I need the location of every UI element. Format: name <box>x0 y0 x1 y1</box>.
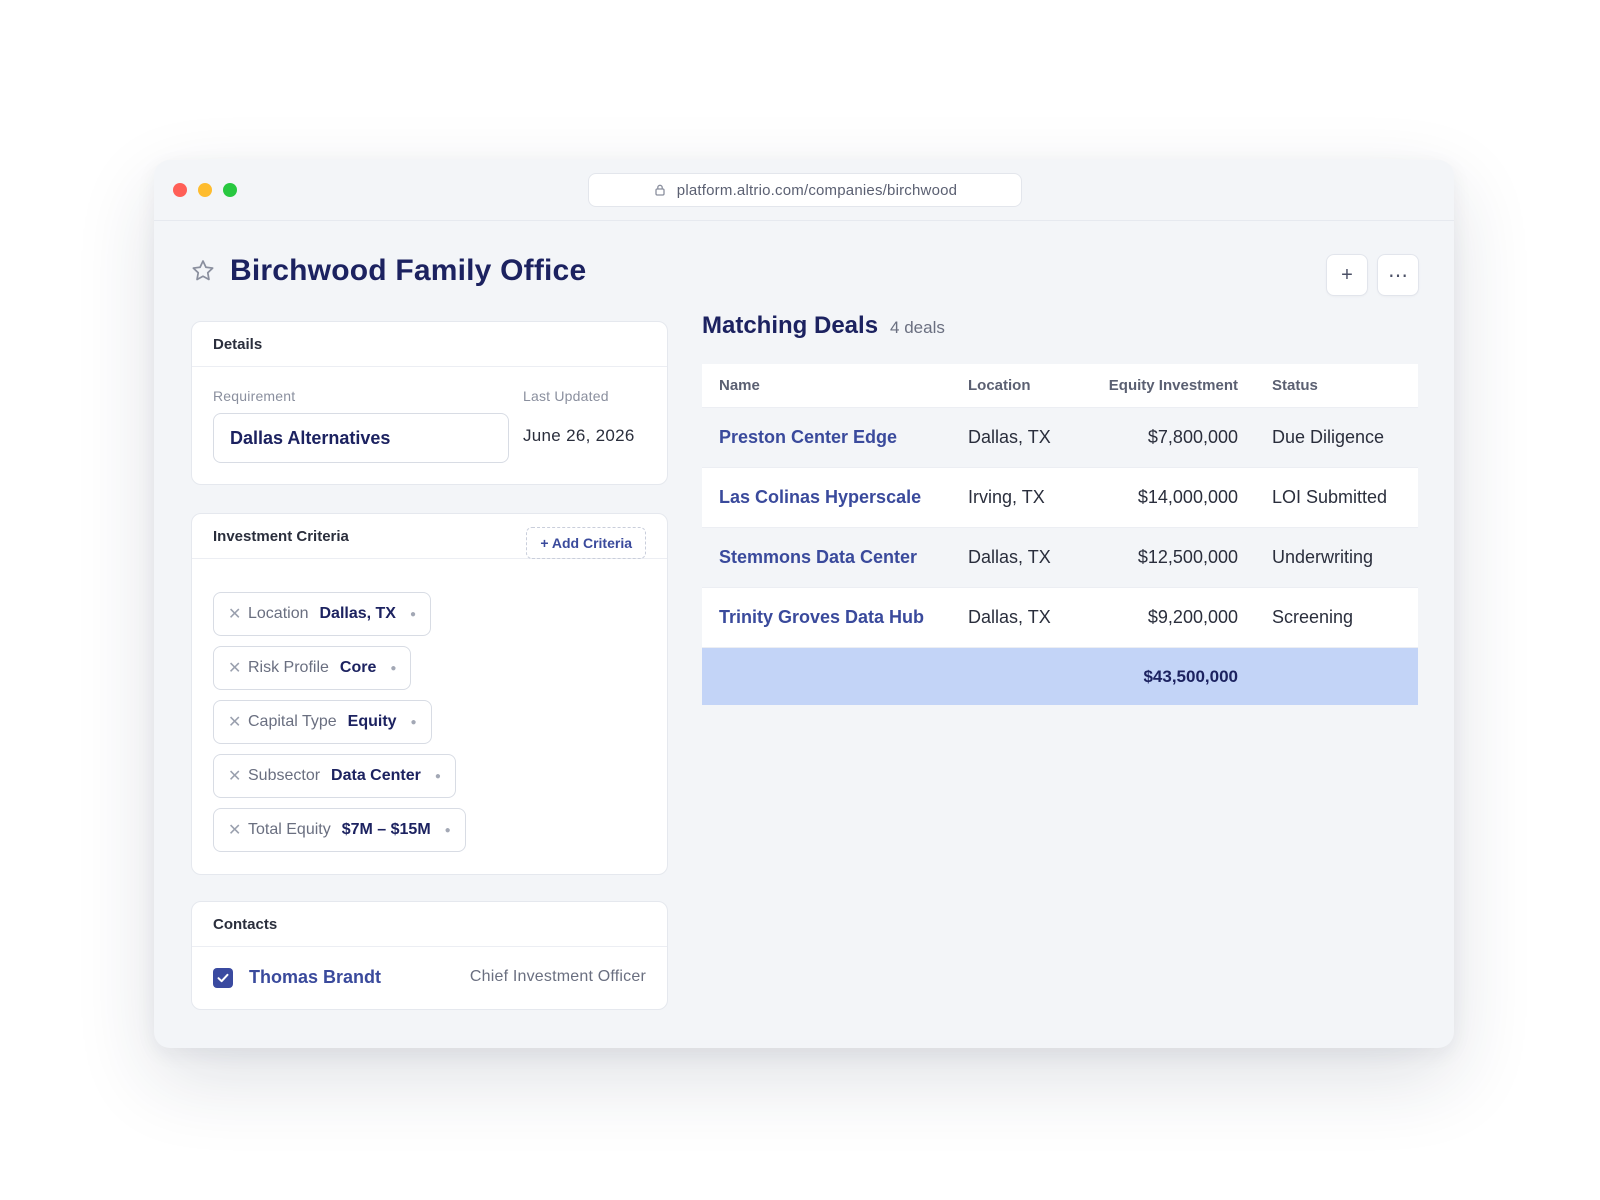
total-equity-value: $43,500,000 <box>1143 666 1238 686</box>
page-title: Birchwood Family Office <box>230 254 587 287</box>
maximize-window-button[interactable] <box>223 183 237 197</box>
minimize-window-button[interactable] <box>198 183 212 197</box>
column-header-location[interactable]: Location <box>968 377 1088 394</box>
dropdown-dot-icon[interactable]: ● <box>411 717 417 728</box>
contact-role: Chief Investment Officer <box>469 968 646 985</box>
criteria-value: Equity <box>347 713 397 730</box>
criteria-chip-location[interactable]: ✕ Location Dallas, TX ● <box>213 592 432 636</box>
criteria-chip-subsector[interactable]: ✕ Subsector Data Center ● <box>213 754 456 798</box>
criteria-key: Location <box>248 605 309 622</box>
deal-name-link[interactable]: Las Colinas Hyperscale <box>702 487 968 508</box>
deal-location: Dallas, TX <box>968 547 1051 567</box>
criteria-value: $7M – $15M <box>341 821 431 838</box>
dropdown-dot-icon[interactable]: ● <box>445 825 451 836</box>
deal-equity: $14,000,000 <box>1137 487 1238 507</box>
criteria-value: Core <box>339 659 377 676</box>
remove-icon[interactable]: ✕ <box>228 766 241 786</box>
deal-equity: $7,800,000 <box>1147 427 1238 447</box>
table-row[interactable]: Las Colinas Hyperscale Irving, TX $14,00… <box>702 468 1418 528</box>
deal-location: Dallas, TX <box>968 607 1051 627</box>
deal-status: Due Diligence <box>1272 427 1385 447</box>
criteria-value: Dallas, TX <box>319 605 396 622</box>
url-text: platform.altrio.com/companies/birchwood <box>676 181 958 199</box>
table-total-row: $43,500,000 <box>702 648 1418 705</box>
table-row[interactable]: Trinity Groves Data Hub Dallas, TX $9,20… <box>702 588 1418 648</box>
deals-count: 4 deals <box>890 318 945 337</box>
column-header-equity[interactable]: Equity Investment <box>1088 377 1238 394</box>
remove-icon[interactable]: ✕ <box>228 712 241 732</box>
address-bar[interactable]: platform.altrio.com/companies/birchwood <box>588 173 1022 207</box>
criteria-key: Total Equity <box>248 821 331 838</box>
lock-icon <box>655 184 665 196</box>
checkmark-icon <box>217 973 229 983</box>
criteria-key: Capital Type <box>248 713 337 730</box>
criteria-key: Risk Profile <box>248 659 329 676</box>
remove-icon[interactable]: ✕ <box>228 604 241 624</box>
details-heading: Details <box>192 322 667 367</box>
favorite-star-icon[interactable] <box>190 258 216 284</box>
remove-icon[interactable]: ✕ <box>228 820 241 840</box>
criteria-key: Subsector <box>248 767 321 784</box>
contacts-heading: Contacts <box>192 902 667 947</box>
deal-location: Irving, TX <box>968 487 1045 507</box>
dropdown-dot-icon[interactable]: ● <box>410 609 416 620</box>
dropdown-dot-icon[interactable]: ● <box>435 771 441 782</box>
more-options-button[interactable]: ⋯ <box>1377 254 1419 296</box>
criteria-chip-total-equity[interactable]: ✕ Total Equity $7M – $15M ● <box>213 808 466 852</box>
criteria-chip-risk-profile[interactable]: ✕ Risk Profile Core ● <box>213 646 412 690</box>
contact-checkbox[interactable] <box>213 968 233 988</box>
deal-name-link[interactable]: Preston Center Edge <box>702 427 968 448</box>
deal-equity: $12,500,000 <box>1137 547 1238 567</box>
column-header-name[interactable]: Name <box>702 377 968 394</box>
requirement-field[interactable]: Dallas Alternatives <box>213 413 509 463</box>
criteria-value: Data Center <box>331 767 421 784</box>
table-row[interactable]: Stemmons Data Center Dallas, TX $12,500,… <box>702 528 1418 588</box>
browser-titlebar: platform.altrio.com/companies/birchwood <box>154 160 1454 221</box>
matching-deals-header: Matching Deals 4 deals <box>702 312 945 340</box>
table-header-row: Name Location Equity Investment Status <box>702 364 1418 408</box>
page-header: Birchwood Family Office <box>190 254 586 288</box>
last-updated-value: June 26, 2026 <box>523 426 635 445</box>
dropdown-dot-icon[interactable]: ● <box>390 663 396 674</box>
deal-equity: $9,200,000 <box>1147 607 1238 627</box>
details-card: Details Requirement Last Updated Dallas … <box>191 321 668 485</box>
deals-table: Name Location Equity Investment Status P… <box>702 364 1418 705</box>
deal-status: Screening <box>1272 607 1354 627</box>
add-criteria-button[interactable]: + Add Criteria <box>526 527 646 559</box>
investment-criteria-card: Investment Criteria + Add Criteria ✕ Loc… <box>191 513 668 875</box>
requirement-label: Requirement <box>213 388 296 404</box>
deal-name-link[interactable]: Trinity Groves Data Hub <box>702 607 968 628</box>
column-header-status[interactable]: Status <box>1238 377 1418 394</box>
contact-name-link[interactable]: Thomas Brandt <box>249 967 381 988</box>
matching-deals-title: Matching Deals <box>702 312 879 339</box>
criteria-chip-capital-type[interactable]: ✕ Capital Type Equity ● <box>213 700 432 744</box>
add-button[interactable]: + <box>1326 254 1368 296</box>
deal-status: Underwriting <box>1272 547 1374 567</box>
deal-location: Dallas, TX <box>968 427 1051 447</box>
browser-window: platform.altrio.com/companies/birchwood … <box>154 160 1454 1048</box>
deal-name-link[interactable]: Stemmons Data Center <box>702 547 968 568</box>
deal-status: LOI Submitted <box>1272 487 1388 507</box>
table-row[interactable]: Preston Center Edge Dallas, TX $7,800,00… <box>702 408 1418 468</box>
remove-icon[interactable]: ✕ <box>228 658 241 678</box>
close-window-button[interactable] <box>173 183 187 197</box>
last-updated-label: Last Updated <box>523 388 609 404</box>
contacts-card: Contacts Thomas Brandt Chief Investment … <box>191 901 668 1010</box>
